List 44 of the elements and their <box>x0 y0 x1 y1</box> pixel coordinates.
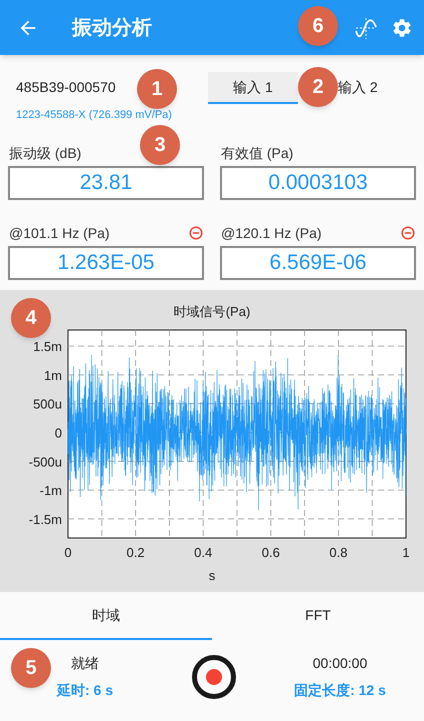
x-axis-label: 1 <box>402 545 410 560</box>
delay-text: 延时: 6 s <box>56 680 113 700</box>
measurement-label: 振动级 (dB) <box>9 144 82 163</box>
callout-badge: 1 <box>137 69 177 109</box>
x-axis-label: 0.2 <box>126 545 145 560</box>
y-axis-label: 1.5m <box>33 339 62 354</box>
y-axis-label: 0 <box>54 426 62 440</box>
y-axis-label: 1m <box>44 368 62 383</box>
settings-icon <box>391 16 413 38</box>
value-field: 0.0003103 <box>220 166 416 200</box>
x-axis-label: 0.6 <box>262 545 280 560</box>
view-tab[interactable]: FFT <box>212 592 424 640</box>
measurement-label: 有效值 (Pa) <box>221 144 294 163</box>
view-tab[interactable]: 时域 <box>0 592 212 640</box>
app-title: 振动分析 <box>72 16 152 40</box>
x-axis-title: s <box>208 568 216 583</box>
y-axis-label: 500u <box>33 396 62 412</box>
remove-icon <box>189 226 203 240</box>
length-text: 固定长度: 12 s <box>294 680 386 700</box>
callout-badge: 3 <box>140 125 180 165</box>
input-tab[interactable]: 输入 1 <box>208 72 298 104</box>
value-field: 6.569E-06 <box>220 246 416 280</box>
input-tab[interactable]: 输入 2 <box>338 72 408 104</box>
callout-badge: 2 <box>298 67 338 107</box>
x-axis-label: 0 <box>64 545 72 560</box>
remove-button[interactable] <box>401 226 415 240</box>
sensor-id: 485B39-000570 <box>16 78 116 97</box>
measurement-label: @101.1 Hz (Pa) <box>9 224 110 243</box>
chart-title: 时域信号(Pa) <box>174 304 250 319</box>
measurement-label: @120.1 Hz (Pa) <box>221 224 322 243</box>
y-axis-label: -1.5m <box>28 512 62 527</box>
value-field: 23.81 <box>8 166 204 200</box>
status-text: 就绪 <box>71 654 99 672</box>
sensor-detail: 1223-45588-X (726.399 mV/Pa) <box>16 108 173 123</box>
x-axis-label: 0.4 <box>194 545 212 560</box>
value-field: 1.263E-05 <box>8 246 204 280</box>
timer-text: 00:00:00 <box>312 654 368 672</box>
x-axis-label: 0.8 <box>329 545 348 560</box>
y-axis-label: -1m <box>40 483 62 498</box>
callout-badge: 5 <box>11 648 51 688</box>
record-button[interactable] <box>192 654 236 698</box>
remove-button[interactable] <box>189 226 203 240</box>
remove-icon <box>401 226 415 240</box>
y-axis-label: -500u <box>28 454 62 470</box>
